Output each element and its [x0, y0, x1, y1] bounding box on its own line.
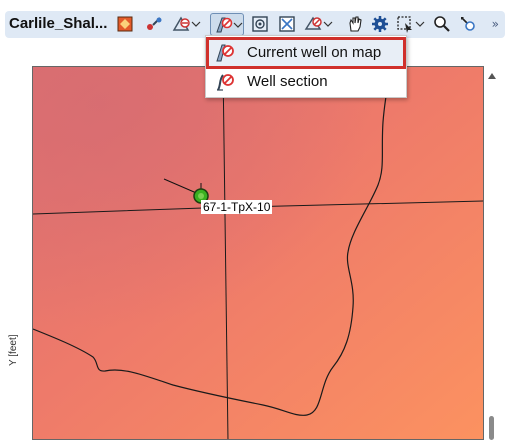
well-filter-icon[interactable]: [171, 14, 191, 34]
well-marker-center: [198, 193, 204, 199]
select-dropdown-caret[interactable]: [415, 19, 425, 29]
menu-item-current-well-on-map[interactable]: Current well on map: [206, 37, 406, 69]
map-canvas[interactable]: [32, 66, 484, 440]
layer-dropdown-caret[interactable]: [323, 19, 333, 29]
well-display-dropdown-menu: Current well on map Well section: [205, 35, 407, 98]
settings-frame-icon[interactable]: [250, 14, 270, 34]
well-display-dropdown-caret[interactable]: [233, 20, 243, 30]
well-filter-dropdown-caret[interactable]: [191, 19, 201, 29]
map-toolbar: Carlile_Shal... »: [5, 11, 505, 38]
vertical-scrollbar[interactable]: [486, 66, 498, 440]
scroll-thumb[interactable]: [489, 416, 494, 440]
toolbar-overflow-button[interactable]: »: [492, 17, 499, 31]
zoom-extent-icon[interactable]: [277, 14, 297, 34]
pick-icon[interactable]: [458, 14, 478, 34]
gear-icon[interactable]: [370, 14, 390, 34]
y-axis-label: Y [feet]: [8, 334, 19, 366]
well-display-icon: [213, 15, 233, 35]
well-link-icon[interactable]: [144, 14, 164, 34]
layer-icon[interactable]: [303, 14, 323, 34]
map-surface-shade: [33, 67, 483, 439]
menu-item-label: Well section: [247, 73, 328, 90]
well-map-icon: [213, 42, 235, 64]
scroll-up-arrow-icon[interactable]: [486, 68, 498, 79]
well-display-button[interactable]: [210, 13, 244, 36]
select-box-icon[interactable]: [395, 14, 415, 34]
well-section-icon: [213, 71, 235, 93]
map-tab-title[interactable]: Carlile_Shal...: [9, 15, 107, 32]
surface-icon[interactable]: [115, 14, 135, 34]
menu-item-label: Current well on map: [247, 44, 382, 61]
menu-item-well-section[interactable]: Well section: [208, 68, 404, 96]
pan-hand-icon[interactable]: [345, 14, 365, 34]
well-name-label: 67-1-TpX-10: [201, 200, 273, 214]
zoom-icon[interactable]: [432, 14, 452, 34]
